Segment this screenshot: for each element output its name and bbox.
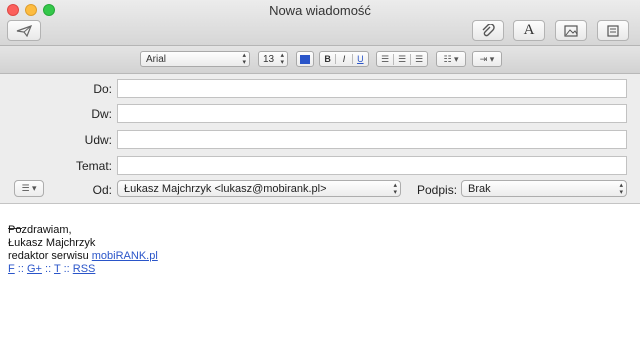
subject-label: Temat: bbox=[75, 159, 112, 173]
select-arrows-icon: ▴ ▾ bbox=[280, 52, 284, 66]
list-icon: ☷ ▾ bbox=[443, 53, 459, 64]
font-icon: A bbox=[523, 22, 535, 38]
role-text: redaktor serwisu bbox=[8, 250, 92, 262]
paperclip-icon bbox=[482, 23, 495, 36]
photo-browser-button[interactable] bbox=[555, 20, 587, 41]
photo-icon bbox=[564, 24, 578, 37]
bcc-field[interactable] bbox=[117, 130, 627, 149]
signature-label: Podpis: bbox=[417, 183, 458, 197]
signature-value: Brak bbox=[468, 182, 491, 195]
link-separator: :: bbox=[41, 263, 54, 275]
paper-plane-icon bbox=[16, 24, 32, 37]
text-color-well[interactable] bbox=[296, 51, 314, 67]
list-menu-button[interactable]: ☷ ▾ bbox=[436, 51, 466, 67]
subject-field[interactable] bbox=[117, 156, 627, 175]
facebook-link[interactable]: F bbox=[8, 263, 15, 275]
alignment-group: ☰ ☰ ☰ bbox=[376, 51, 428, 67]
indent-menu-button[interactable]: ⇥ ▾ bbox=[472, 51, 502, 67]
cc-field[interactable] bbox=[117, 104, 627, 123]
underline-button[interactable]: U bbox=[353, 54, 368, 64]
cc-label: Dw: bbox=[91, 107, 112, 121]
window-title: Nowa wiadomość bbox=[269, 3, 371, 18]
font-size-select[interactable]: 13 ▴ ▾ bbox=[258, 51, 288, 67]
from-value: Łukasz Majchrzyk <lukasz@mobirank.pl> bbox=[124, 182, 327, 195]
font-family-select[interactable]: Arial ▴ ▾ bbox=[140, 51, 250, 67]
social-links: F :: G+ :: T :: RSS bbox=[8, 263, 158, 276]
bcc-label: Udw: bbox=[84, 133, 112, 147]
message-body[interactable]: Pozdrawiam, Łukasz Majchrzyk redaktor se… bbox=[8, 224, 158, 276]
font-size-value: 13 bbox=[263, 53, 275, 65]
greeting-line: Pozdrawiam, bbox=[8, 224, 72, 236]
stationery-button[interactable] bbox=[597, 20, 629, 41]
header-fields-menu[interactable]: ☰ ▾ bbox=[14, 180, 44, 197]
from-select[interactable]: Łukasz Majchrzyk <lukasz@mobirank.pl> ▴ ▾ bbox=[117, 180, 401, 197]
site-link[interactable]: mobiRANK.pl bbox=[92, 250, 158, 262]
link-separator: :: bbox=[60, 263, 73, 275]
align-left-icon[interactable]: ☰ bbox=[377, 53, 394, 65]
format-bar: Arial ▴ ▾ 13 ▴ ▾ B I U ☰ ☰ ☰ ☷ ▾ ⇥ ▾ bbox=[0, 46, 640, 74]
select-arrows-icon: ▴ ▾ bbox=[242, 52, 246, 66]
select-arrows-icon: ▴ ▾ bbox=[619, 182, 623, 196]
color-swatch bbox=[300, 54, 310, 64]
font-family-value: Arial bbox=[146, 53, 167, 65]
name-line: Łukasz Majchrzyk bbox=[8, 237, 96, 249]
bold-button[interactable]: B bbox=[320, 54, 337, 64]
italic-button[interactable]: I bbox=[336, 54, 353, 64]
send-button[interactable] bbox=[7, 20, 41, 41]
list-options-icon: ☰ ▾ bbox=[21, 183, 37, 193]
fonts-button[interactable]: A bbox=[513, 20, 545, 41]
title-bar: Nowa wiadomość A bbox=[0, 0, 640, 46]
rss-link[interactable]: RSS bbox=[73, 263, 96, 275]
from-label: Od: bbox=[92, 183, 112, 197]
indent-icon: ⇥ ▾ bbox=[479, 53, 495, 64]
to-field[interactable] bbox=[117, 79, 627, 98]
link-separator: :: bbox=[14, 263, 27, 275]
attach-button[interactable] bbox=[472, 20, 504, 41]
signature-select[interactable]: Brak ▴ ▾ bbox=[461, 180, 627, 197]
template-icon bbox=[607, 24, 619, 37]
text-style-group: B I U bbox=[319, 51, 369, 67]
role-line: redaktor serwisu mobiRANK.pl bbox=[8, 250, 158, 263]
select-arrows-icon: ▴ ▾ bbox=[393, 182, 397, 196]
message-header: Do: Dw: Udw: Temat: ☰ ▾ Od: Łukasz Majch… bbox=[0, 74, 640, 204]
googleplus-link[interactable]: G+ bbox=[27, 263, 42, 275]
align-center-icon[interactable]: ☰ bbox=[394, 53, 411, 65]
align-right-icon[interactable]: ☰ bbox=[411, 54, 427, 65]
to-label: Do: bbox=[93, 82, 112, 96]
